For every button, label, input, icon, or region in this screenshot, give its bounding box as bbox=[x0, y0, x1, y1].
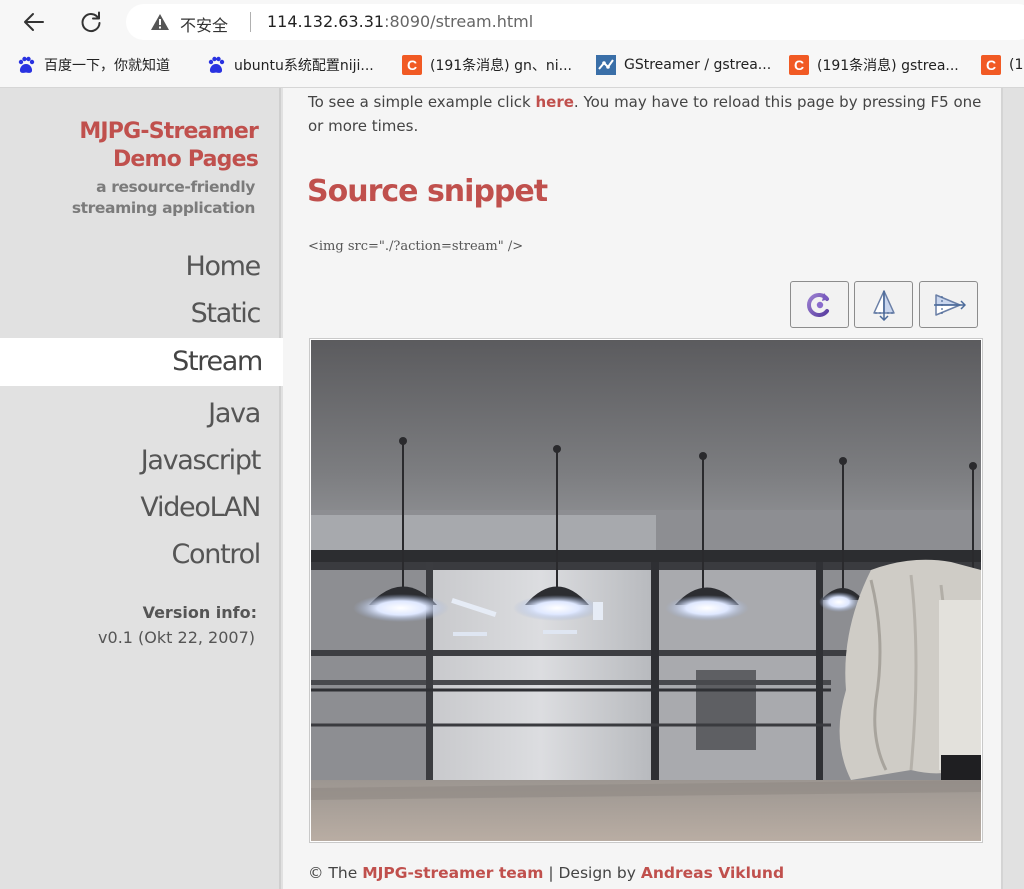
code-snippet: <img src="./?action=stream" /> bbox=[308, 239, 524, 254]
address-separator bbox=[250, 12, 251, 32]
site-title-line: MJPG-Streamer bbox=[79, 119, 258, 144]
site-title: MJPG-Streamer Demo Pages bbox=[79, 118, 258, 174]
bookmark-label: (1 bbox=[1009, 57, 1024, 73]
nav-item-home[interactable]: Home bbox=[0, 243, 281, 291]
site-subtitle-line: a resource-friendly bbox=[96, 178, 255, 196]
arrow-left-icon bbox=[24, 13, 44, 31]
reload-icon bbox=[81, 11, 101, 32]
nav-item-videolan[interactable]: VideoLAN bbox=[0, 484, 281, 532]
footer: © The MJPG-streamer team | Design by And… bbox=[308, 864, 784, 882]
gstreamer-icon bbox=[596, 55, 616, 75]
flip-vertical-button[interactable] bbox=[854, 281, 913, 328]
nav-item-static[interactable]: Static bbox=[0, 290, 281, 338]
bookmark-label: 百度一下，你就知道 bbox=[44, 58, 170, 74]
reload-button[interactable] bbox=[75, 6, 107, 38]
warning-icon[interactable] bbox=[150, 13, 170, 31]
team-link[interactable]: MJPG-streamer team bbox=[362, 864, 543, 882]
address-bar[interactable]: 不安全 114.132.63.31:8090/stream.html bbox=[126, 4, 1024, 40]
flip-horizontal-icon bbox=[933, 293, 966, 316]
url-host: 114.132.63.31 bbox=[267, 12, 385, 31]
intro-text: To see a simple example click here. You … bbox=[308, 90, 988, 138]
bookmark-ubuntu[interactable]: ubuntu系统配置niji... bbox=[206, 54, 374, 76]
section-title: Source snippet bbox=[307, 174, 548, 209]
csdn-icon: C bbox=[402, 55, 422, 75]
site-subtitle: a resource-friendly streaming applicatio… bbox=[71, 177, 256, 219]
site-title-line: Demo Pages bbox=[112, 147, 259, 172]
bookmark-csdn-gn[interactable]: C (191条消息) gn、ni... bbox=[402, 54, 572, 76]
bookmark-label: (191条消息) gn、ni... bbox=[430, 58, 572, 74]
bookmarks-bar: 百度一下，你就知道 ubuntu系统配置niji... C (191条消息) g… bbox=[0, 44, 1024, 87]
intro-text-start: To see a simple example click bbox=[308, 93, 536, 111]
version-value: v0.1 (Okt 22, 2007) bbox=[98, 628, 255, 647]
bookmark-label: ubuntu系统配置niji... bbox=[234, 58, 374, 74]
csdn-icon: C bbox=[981, 55, 1001, 75]
flip-horizontal-button[interactable] bbox=[919, 281, 978, 328]
back-button[interactable] bbox=[18, 6, 50, 38]
web-page: MJPG-Streamer Demo Pages a resource-frie… bbox=[0, 88, 1024, 889]
site-subtitle-line: streaming application bbox=[71, 199, 256, 217]
sidebar: MJPG-Streamer Demo Pages a resource-frie… bbox=[0, 88, 283, 889]
camera-stream-image[interactable] bbox=[311, 340, 981, 841]
version-label: Version info: bbox=[142, 603, 257, 622]
browser-chrome: 不安全 114.132.63.31:8090/stream.html 百度一下，… bbox=[0, 0, 1024, 88]
nav-item-control[interactable]: Control bbox=[0, 531, 281, 579]
rotate-button[interactable] bbox=[790, 281, 849, 328]
nav-item-javascript[interactable]: Javascript bbox=[0, 437, 281, 485]
bookmark-baidu[interactable]: 百度一下，你就知道 bbox=[16, 54, 170, 76]
stream-frame bbox=[309, 338, 983, 843]
here-link[interactable]: here bbox=[535, 93, 573, 111]
main-content: To see a simple example click here. You … bbox=[283, 88, 1003, 889]
baidu-icon bbox=[16, 55, 36, 75]
rotate-icon bbox=[806, 292, 829, 317]
footer-prefix: © The bbox=[308, 864, 363, 882]
url-path: :8090/stream.html bbox=[384, 12, 534, 31]
bookmark-label: (191条消息) gstrea... bbox=[817, 58, 959, 74]
bookmark-csdn-partial[interactable]: C (1 bbox=[981, 54, 1023, 76]
bookmark-label: GStreamer / gstrea... bbox=[624, 57, 772, 73]
flip-vertical-icon bbox=[872, 289, 895, 321]
bookmark-csdn-gstreamer[interactable]: C (191条消息) gstrea... bbox=[789, 54, 959, 76]
nav-item-java[interactable]: Java bbox=[0, 390, 281, 438]
footer-separator: | Design by bbox=[543, 864, 641, 882]
baidu-icon bbox=[206, 55, 226, 75]
csdn-icon: C bbox=[789, 55, 809, 75]
url-text[interactable]: 114.132.63.31:8090/stream.html bbox=[267, 12, 533, 31]
bookmark-gstreamer[interactable]: GStreamer / gstrea... bbox=[596, 54, 771, 76]
designer-link[interactable]: Andreas Viklund bbox=[641, 864, 784, 882]
browser-toolbar: 不安全 114.132.63.31:8090/stream.html bbox=[0, 0, 1024, 44]
nav-item-stream[interactable]: Stream bbox=[0, 338, 283, 386]
security-status[interactable]: 不安全 bbox=[180, 12, 228, 36]
